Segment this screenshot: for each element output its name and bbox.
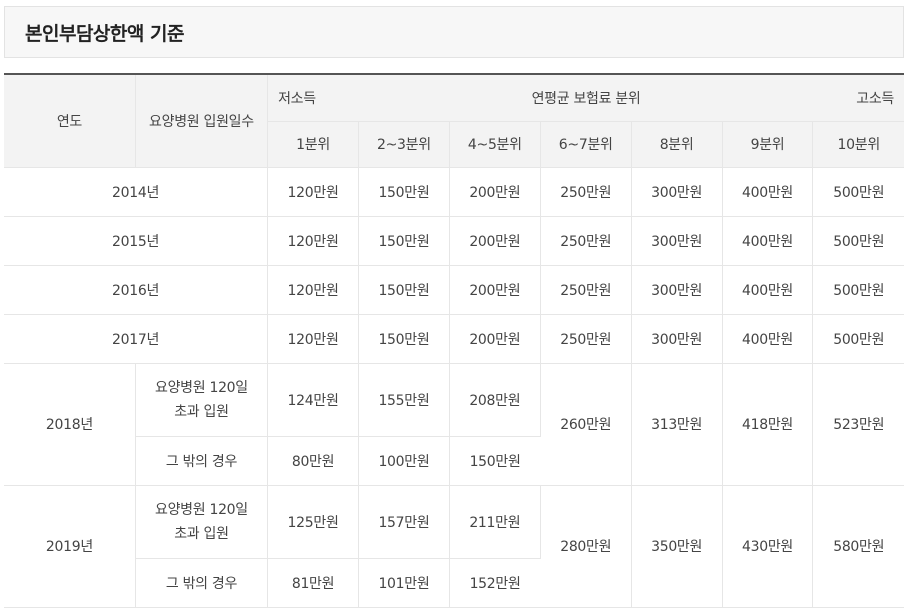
copay-limit-table: 연도 요양병원 입원일수 저소득 연평균 보험료 분위 고소득 1분위 2~3분… — [4, 73, 904, 608]
value-cell: 260만원 — [540, 363, 632, 486]
value-cell: 430만원 — [722, 485, 814, 608]
value-cell: 150만원 — [449, 436, 541, 486]
table-row: 2014년 120만원 150만원 200만원 250만원 300만원 400만… — [4, 167, 904, 217]
value-cell: 120만원 — [267, 314, 359, 364]
value-cell: 400만원 — [722, 216, 814, 266]
value-cell: 125만원 — [267, 485, 359, 559]
value-cell: 152만원 — [449, 558, 541, 608]
page-title: 본인부담상한액 기준 — [25, 22, 184, 45]
table-row: 2017년 120만원 150만원 200만원 250만원 300만원 400만… — [4, 314, 904, 364]
value-cell: 350만원 — [631, 485, 723, 608]
value-cell: 400만원 — [722, 314, 814, 364]
value-cell: 300만원 — [631, 216, 723, 266]
section-title-box: 본인부담상한액 기준 — [4, 6, 904, 58]
value-cell: 150만원 — [358, 167, 450, 217]
value-cell: 500만원 — [812, 216, 904, 266]
value-cell: 200만원 — [449, 314, 541, 364]
header-premium-decile: 연평균 보험료 분위 — [531, 90, 641, 107]
value-cell: 81만원 — [267, 558, 359, 608]
value-cell: 300만원 — [631, 314, 723, 364]
value-cell: 580만원 — [812, 485, 904, 608]
year-cell: 2014년 — [4, 167, 269, 217]
value-cell: 100만원 — [358, 436, 450, 486]
year-cell: 2016년 — [4, 265, 269, 315]
header-decile: 6~7분위 — [540, 121, 632, 168]
value-cell: 500만원 — [812, 167, 904, 217]
year-cell: 2018년 — [4, 363, 136, 486]
header-decile: 9분위 — [722, 121, 814, 168]
value-cell: 120만원 — [267, 167, 359, 217]
value-cell: 120만원 — [267, 216, 359, 266]
year-cell: 2017년 — [4, 314, 269, 364]
table-row: 2016년 120만원 150만원 200만원 250만원 300만원 400만… — [4, 265, 904, 315]
value-cell: 200만원 — [449, 167, 541, 217]
case-label-line: 요양병원 120일 — [155, 379, 248, 396]
header-high-income: 고소득 — [856, 90, 894, 107]
value-cell: 101만원 — [358, 558, 450, 608]
value-cell: 211만원 — [449, 485, 541, 559]
limit-table-wrapper: 연도 요양병원 입원일수 저소득 연평균 보험료 분위 고소득 1분위 2~3분… — [4, 73, 904, 609]
value-cell: 80만원 — [267, 436, 359, 486]
header-decile: 2~3분위 — [358, 121, 450, 168]
value-cell: 208만원 — [449, 363, 541, 437]
value-cell: 150만원 — [358, 314, 450, 364]
case-other-cell: 그 밖의 경우 — [135, 558, 269, 608]
header-year: 연도 — [4, 74, 136, 168]
value-cell: 250만원 — [540, 167, 632, 217]
case-label-line: 초과 입원 — [174, 403, 229, 420]
value-cell: 157만원 — [358, 485, 450, 559]
header-decile: 4~5분위 — [449, 121, 541, 168]
value-cell: 250만원 — [540, 314, 632, 364]
value-cell: 200만원 — [449, 265, 541, 315]
value-cell: 500만원 — [812, 314, 904, 364]
year-cell: 2015년 — [4, 216, 269, 266]
value-cell: 124만원 — [267, 363, 359, 437]
table-row: 2015년 120만원 150만원 200만원 250만원 300만원 400만… — [4, 216, 904, 266]
header-decile: 10분위 — [812, 121, 904, 168]
year-cell: 2019년 — [4, 485, 136, 608]
table-row: 2019년 요양병원 120일 초과 입원 125만원 157만원 211만원 … — [4, 485, 904, 608]
value-cell: 418만원 — [722, 363, 814, 486]
value-cell: 400만원 — [722, 265, 814, 315]
case-label-line: 요양병원 120일 — [155, 501, 248, 518]
case-other-cell: 그 밖의 경우 — [135, 436, 269, 486]
header-hospital-days: 요양병원 입원일수 — [135, 74, 269, 168]
value-cell: 250만원 — [540, 265, 632, 315]
value-cell: 150만원 — [358, 216, 450, 266]
value-cell: 500만원 — [812, 265, 904, 315]
case-long-stay-cell: 요양병원 120일 초과 입원 — [135, 363, 269, 437]
value-cell: 250만원 — [540, 216, 632, 266]
value-cell: 300만원 — [631, 167, 723, 217]
header-decile: 1분위 — [267, 121, 359, 168]
value-cell: 400만원 — [722, 167, 814, 217]
value-cell: 150만원 — [358, 265, 450, 315]
value-cell: 523만원 — [812, 363, 904, 486]
case-label-line: 초과 입원 — [174, 525, 229, 542]
value-cell: 200만원 — [449, 216, 541, 266]
value-cell: 313만원 — [631, 363, 723, 486]
case-long-stay-cell: 요양병원 120일 초과 입원 — [135, 485, 269, 559]
value-cell: 300만원 — [631, 265, 723, 315]
value-cell: 280만원 — [540, 485, 632, 608]
value-cell: 155만원 — [358, 363, 450, 437]
header-decile: 8분위 — [631, 121, 723, 168]
header-low-income: 저소득 — [278, 90, 316, 107]
header-income-tier: 저소득 연평균 보험료 분위 고소득 — [267, 74, 904, 122]
table-row: 2018년 요양병원 120일 초과 입원 124만원 155만원 208만원 … — [4, 363, 904, 486]
value-cell: 120만원 — [267, 265, 359, 315]
